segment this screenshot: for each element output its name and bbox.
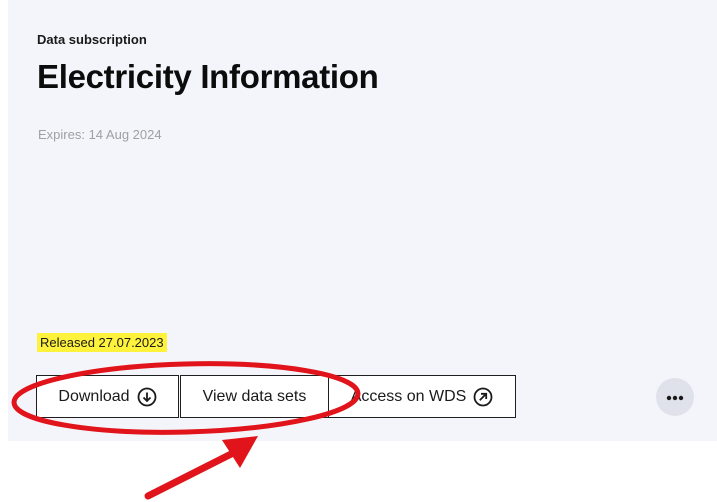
expiry-date: Expires: 14 Aug 2024: [38, 127, 162, 142]
page: Data subscription Electricity Informatio…: [0, 0, 717, 502]
subscription-card: Data subscription Electricity Informatio…: [8, 0, 717, 441]
access-wds-label: Access on WDS: [350, 387, 467, 405]
card-title: Electricity Information: [37, 58, 379, 95]
card-eyebrow: Data subscription: [37, 32, 147, 47]
more-horizontal-icon: [666, 388, 684, 406]
download-button[interactable]: Download: [36, 375, 179, 418]
access-wds-button[interactable]: Access on WDS: [328, 375, 516, 418]
external-link-icon: [473, 387, 493, 407]
release-badge: Released 27.07.2023: [37, 333, 167, 352]
pointing-arrow: [144, 442, 251, 500]
download-icon: [137, 387, 157, 407]
download-button-label: Download: [58, 387, 130, 405]
view-data-sets-button[interactable]: View data sets: [180, 375, 329, 418]
view-data-sets-label: View data sets: [202, 387, 307, 405]
more-options-button[interactable]: [656, 378, 694, 416]
